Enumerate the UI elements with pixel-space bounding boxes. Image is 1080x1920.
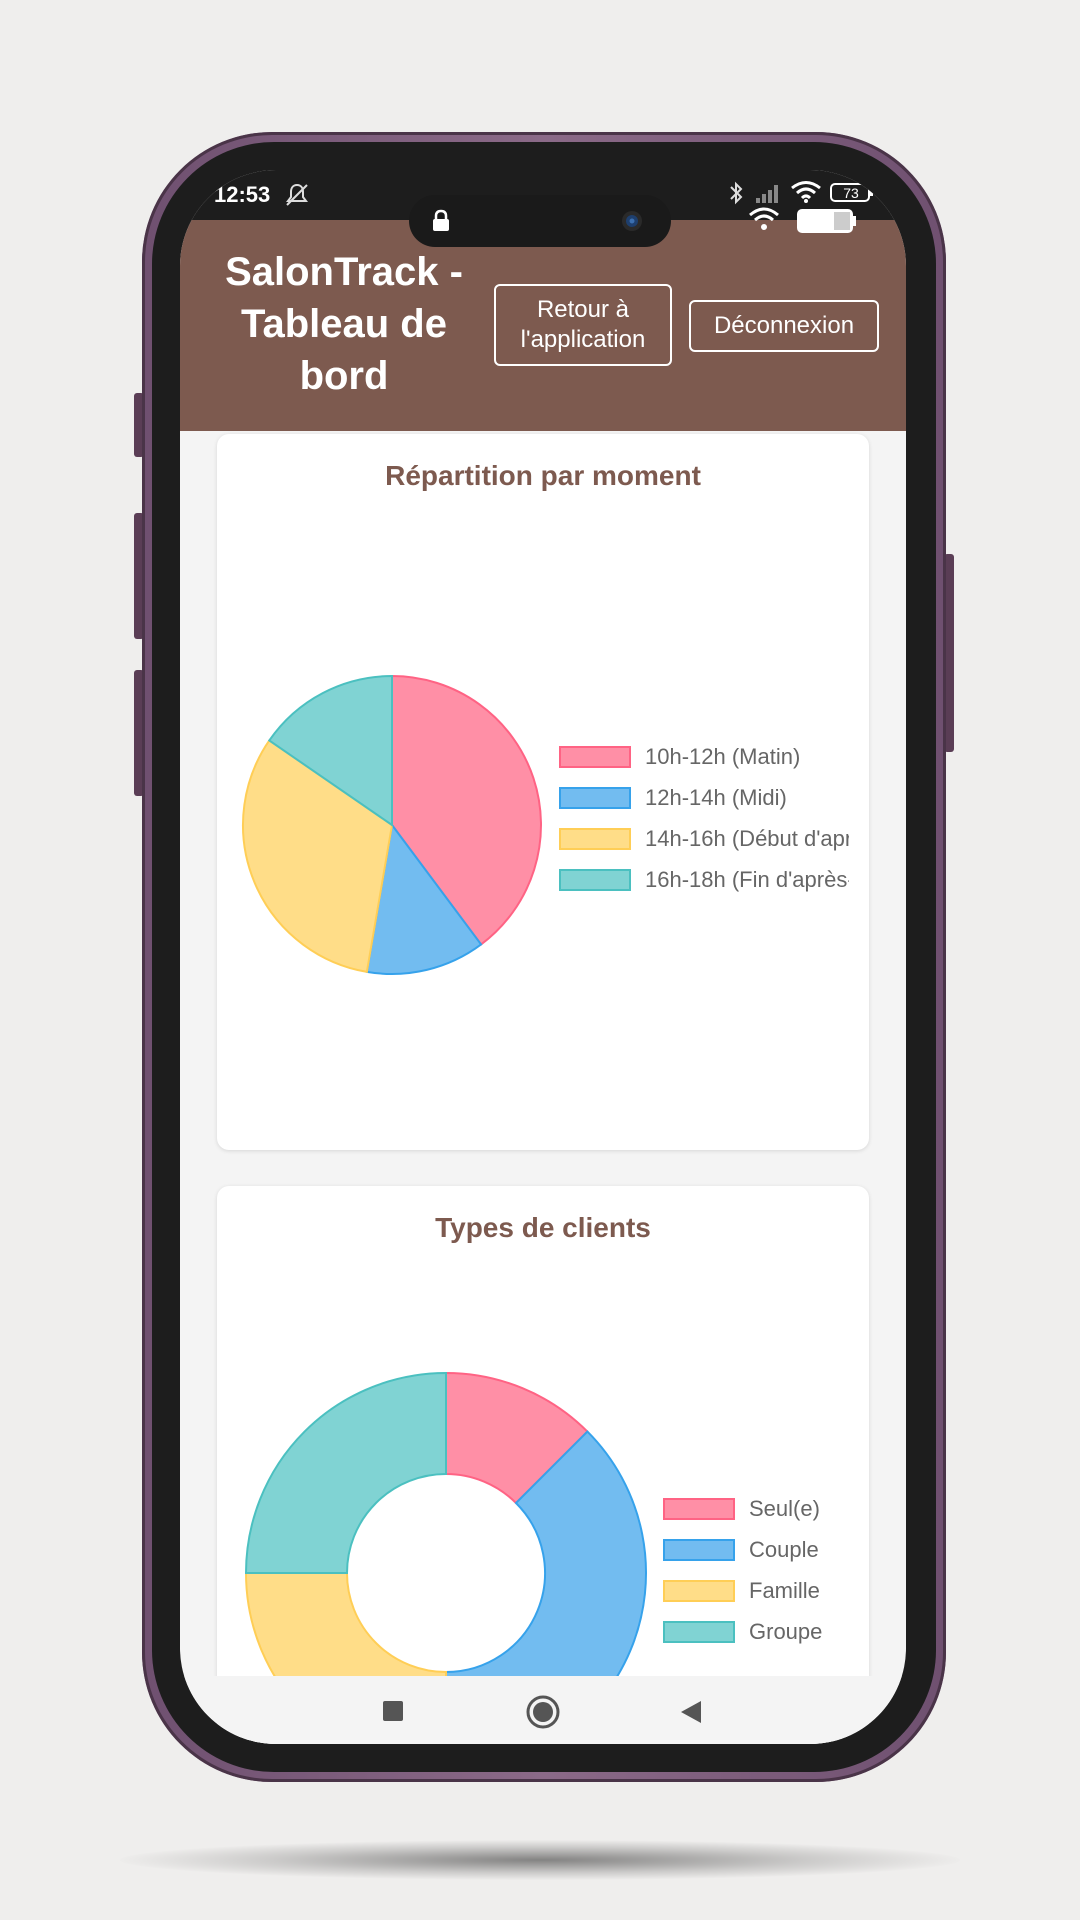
logout-button[interactable]: Déconnexion (689, 300, 879, 352)
home-icon[interactable] (525, 1694, 561, 1735)
legend-item[interactable]: Seul(e) (663, 1496, 853, 1522)
legend-label: Famille (749, 1578, 820, 1603)
legend-label: 10h-12h (Matin) (645, 744, 801, 769)
legend-swatch (663, 1498, 735, 1520)
chart-card-moments: Répartition par moment 10h-12h (Matin) 1… (217, 434, 869, 1150)
legend-label: 12h-14h (Midi) (645, 785, 787, 810)
legend-item[interactable]: 12h-14h (Midi) (559, 785, 849, 811)
battery-level: 73 (843, 185, 859, 201)
legend-swatch (559, 746, 631, 768)
system-nav-bar (180, 1676, 906, 1744)
legend-item[interactable]: 14h-16h (Début d'après-midi) (559, 826, 849, 852)
back-to-app-label-line: Retour à (536, 296, 630, 323)
legend-swatch (663, 1539, 735, 1561)
chart-card-clients: Types de clients Seul(e) Couple Famille … (217, 1186, 869, 1744)
page-title-line: Tableau de (241, 302, 447, 346)
chart-legend: Seul(e) Couple Famille Groupe (663, 1496, 853, 1666)
legend-item[interactable]: Groupe (663, 1619, 853, 1645)
legend-swatch (663, 1580, 735, 1602)
signal-icon (754, 182, 784, 209)
back-icon[interactable] (680, 1700, 702, 1729)
wifi-icon (790, 180, 822, 209)
wifi-icon (748, 206, 780, 237)
chart-legend: 10h-12h (Matin) 12h-14h (Midi) 14h-16h (… (559, 744, 849, 914)
page-title: SalonTrack - Tableau de bord (210, 246, 478, 402)
mute-icon (284, 182, 310, 213)
recents-icon[interactable] (382, 1700, 404, 1727)
legend-item[interactable]: Couple (663, 1537, 853, 1563)
page-title-line: SalonTrack - (225, 250, 463, 294)
status-time: 12:53 (214, 182, 271, 207)
legend-swatch (663, 1621, 735, 1643)
battery-icon (796, 208, 858, 241)
phone-screen: 12:53 73 SalonTrack - Tableau de bord Re… (180, 170, 906, 1744)
lock-icon (431, 209, 451, 238)
legend-label: Couple (749, 1537, 819, 1562)
back-to-app-button[interactable]: Retour à l'application (494, 284, 672, 366)
pie-slice[interactable] (244, 1371, 447, 1574)
page-title-line: bord (299, 354, 389, 398)
legend-swatch (559, 869, 631, 891)
camera-notch (409, 195, 671, 247)
legend-swatch (559, 787, 631, 809)
phone-shadow (120, 1840, 960, 1880)
legend-label: Groupe (749, 1619, 823, 1644)
back-to-app-label: Retour à l'application (521, 295, 646, 355)
bluetooth-icon (728, 180, 744, 211)
legend-item[interactable]: 16h-18h (Fin d'après-midi) (559, 867, 849, 893)
app-header: SalonTrack - Tableau de bord Retour à l'… (180, 220, 906, 431)
back-to-app-label-line: l'application (520, 326, 646, 353)
legend-swatch (559, 828, 631, 850)
camera-icon (621, 210, 643, 237)
legend-item[interactable]: 10h-12h (Matin) (559, 744, 849, 770)
legend-item[interactable]: Famille (663, 1578, 853, 1604)
legend-label: Seul(e) (749, 1496, 820, 1521)
legend-label: 14h-16h (Début d'après-midi) (645, 826, 849, 851)
legend-label: 16h-18h (Fin d'après-midi) (645, 867, 849, 892)
